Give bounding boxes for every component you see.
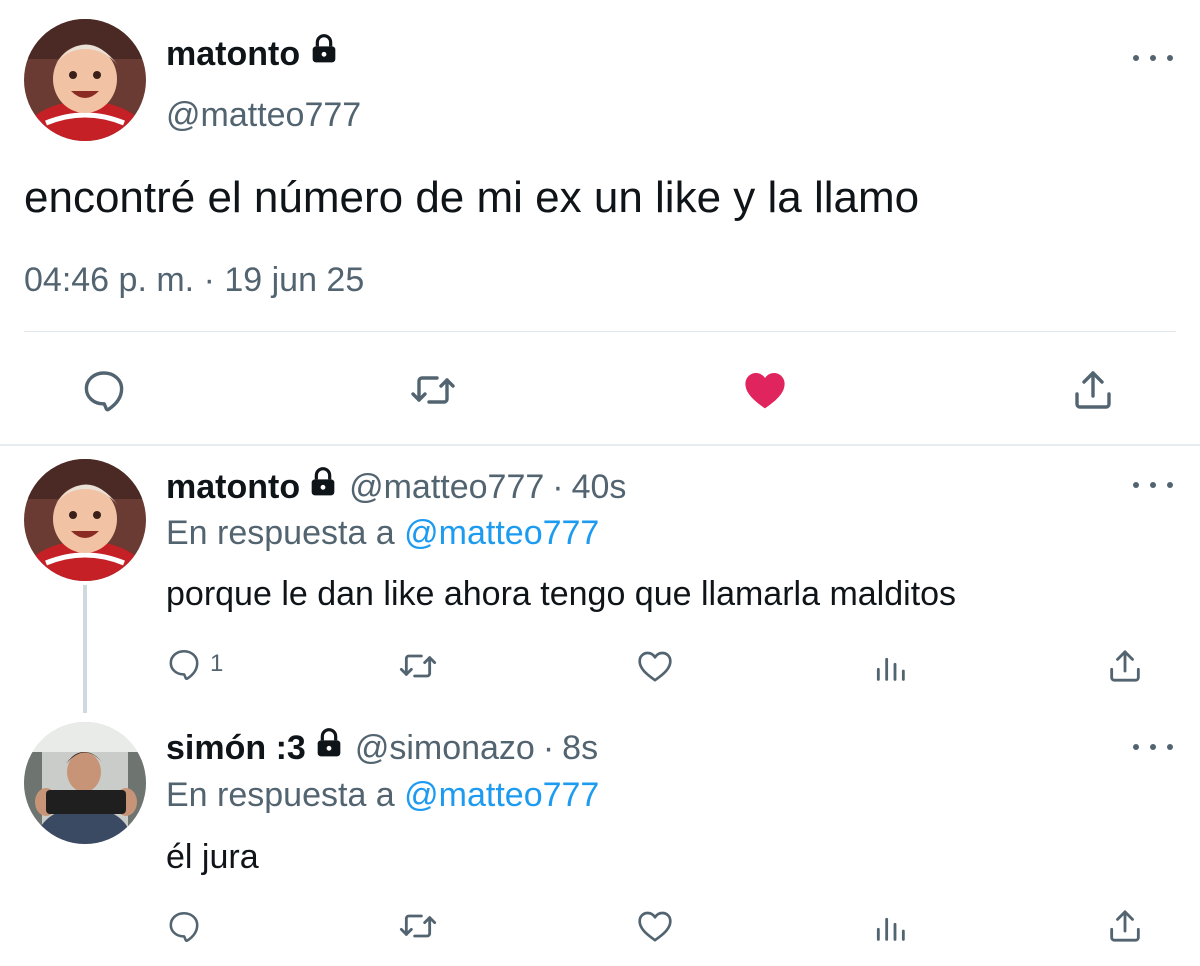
- time-text: 04:46 p. m.: [24, 261, 195, 299]
- reply-icon[interactable]: [166, 908, 202, 944]
- reply-1-age[interactable]: 40s: [572, 467, 627, 507]
- date-text: 19 jun 25: [224, 261, 365, 299]
- reply-icon[interactable]: [80, 366, 128, 414]
- separator-dot: ·: [203, 261, 215, 299]
- more-icon[interactable]: [1133, 475, 1173, 495]
- retweet-icon[interactable]: [409, 366, 457, 414]
- section-divider: [0, 444, 1200, 446]
- retweet-icon[interactable]: [398, 646, 438, 686]
- share-icon[interactable]: [1069, 366, 1117, 414]
- display-name-text: matonto: [166, 34, 301, 73]
- lock-icon: [308, 33, 340, 74]
- thread-line: [83, 585, 87, 713]
- reply-1-display-name[interactable]: matonto: [166, 467, 300, 507]
- reply-2-avatar[interactable]: [24, 722, 146, 844]
- more-icon[interactable]: [1133, 737, 1173, 757]
- share-icon[interactable]: [1105, 646, 1145, 686]
- reply-2-age[interactable]: 8s: [562, 728, 598, 768]
- separator-dot: ·: [542, 728, 555, 767]
- lock-icon: [313, 727, 345, 768]
- main-tweet-display-name[interactable]: matonto: [166, 33, 340, 74]
- more-icon[interactable]: [1133, 48, 1173, 68]
- reply-2-text: él jura: [166, 838, 259, 876]
- main-tweet-handle[interactable]: @matteo777: [166, 95, 361, 135]
- reply-to-link[interactable]: @matteo777: [404, 776, 599, 814]
- reply-2-display-name[interactable]: simón :3: [166, 728, 306, 768]
- heart-icon[interactable]: [635, 646, 675, 686]
- reply-2-header: simón :3 @simonazo · 8s: [166, 727, 598, 768]
- separator-dot: ·: [552, 467, 564, 506]
- reply-1-header: matonto @matteo777 · 40s: [166, 466, 626, 507]
- main-tweet-text: encontré el número de mi ex un like y la…: [24, 173, 920, 222]
- analytics-icon[interactable]: [870, 646, 910, 686]
- reply-prefix: En respuesta a: [166, 776, 395, 814]
- main-tweet-timestamp[interactable]: 04:46 p. m. · 19 jun 25: [24, 260, 364, 300]
- reply-icon[interactable]: 1: [166, 646, 223, 682]
- divider: [24, 331, 1176, 332]
- reply-to-link[interactable]: @matteo777: [404, 514, 599, 552]
- heart-icon[interactable]: [741, 366, 789, 414]
- reply-1-avatar[interactable]: [24, 459, 146, 581]
- reply-2-handle[interactable]: @simonazo: [355, 728, 535, 768]
- share-icon[interactable]: [1105, 906, 1145, 946]
- reply-prefix: En respuesta a: [166, 514, 395, 552]
- analytics-icon[interactable]: [870, 906, 910, 946]
- retweet-icon[interactable]: [398, 906, 438, 946]
- reply-1-context: En respuesta a @matteo777: [166, 513, 599, 553]
- main-tweet-avatar[interactable]: [24, 19, 146, 141]
- reply-1-text: porque le dan like ahora tengo que llama…: [166, 575, 957, 613]
- reply-count: 1: [210, 650, 224, 677]
- reply-1-handle[interactable]: @matteo777: [349, 467, 544, 507]
- lock-icon: [307, 466, 339, 507]
- reply-2-context: En respuesta a @matteo777: [166, 775, 599, 815]
- heart-icon[interactable]: [635, 906, 675, 946]
